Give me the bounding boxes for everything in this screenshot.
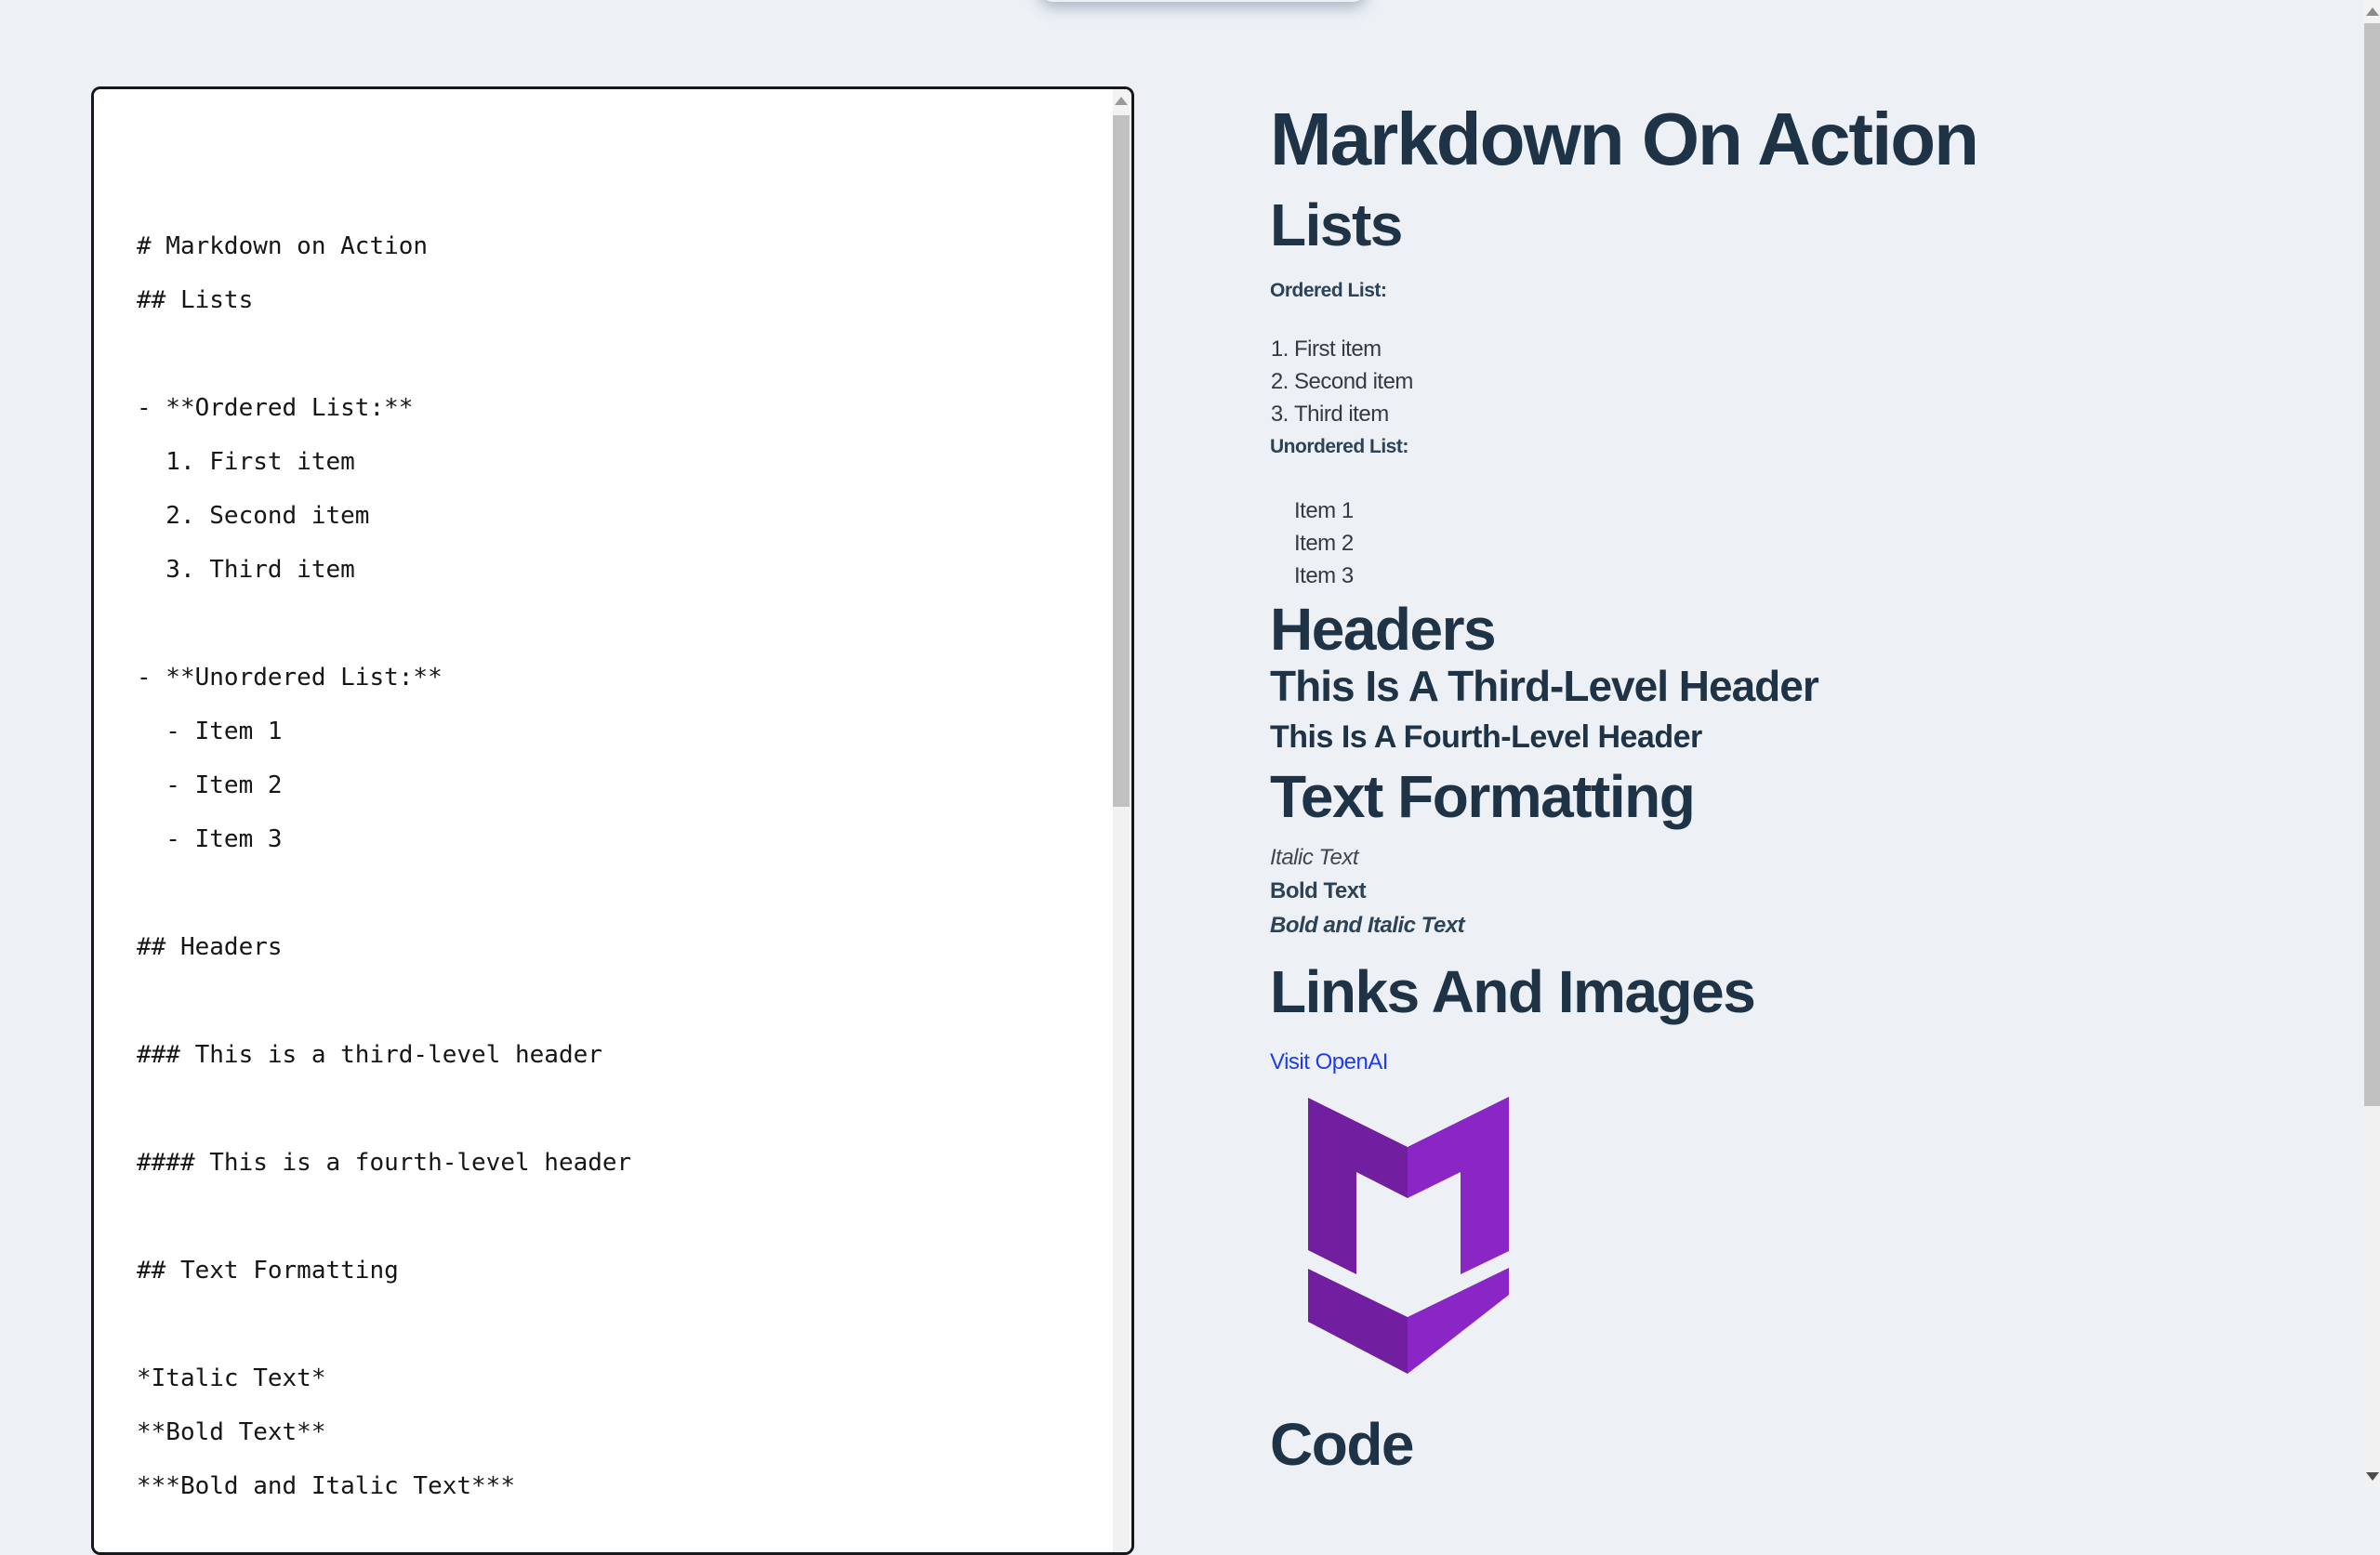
list-item: Item 2 <box>1294 527 2361 560</box>
editor-scrollbar-up-button[interactable] <box>1113 89 1130 112</box>
markdown-editor-container: # Markdown on Action ## Lists - **Ordere… <box>91 86 1134 1555</box>
unordered-list-label: Unordered List: <box>1270 430 2361 463</box>
markdown-preview-pane: Markdown On Action Lists Ordered List: F… <box>1246 0 2361 1477</box>
list-item: Second item <box>1294 365 2361 398</box>
page-scrollbar[interactable] <box>2364 0 2380 1487</box>
link-paragraph: Visit OpenAI <box>1270 1046 2361 1079</box>
ordered-list: First item Second item Third item <box>1270 333 2361 430</box>
italic-text-sample: Italic Text <box>1270 841 2361 875</box>
bold-text-sample: Bold Text <box>1270 875 2361 908</box>
markdown-logo <box>1308 1097 1509 1374</box>
preview-heading-lists: Lists <box>1270 192 2361 257</box>
preview-third-level-header: This Is A Third-Level Header <box>1270 662 2361 711</box>
logo-letter-m <box>1308 1097 1509 1274</box>
preview-heading-headers: Headers <box>1270 597 2361 662</box>
preview-heading-links-and-images: Links And Images <box>1270 959 2361 1024</box>
page-scrollbar-down-button[interactable] <box>2364 1465 2380 1487</box>
preview-title: Markdown On Action <box>1270 98 2361 181</box>
bold-italic-text-sample: Bold and Italic Text <box>1270 909 2361 942</box>
list-item: Item 3 <box>1294 560 2361 592</box>
page-scrollbar-up-button[interactable] <box>2364 0 2380 22</box>
editor-scrollbar-thumb[interactable] <box>1113 115 1130 807</box>
markdown-logo-image <box>1308 1097 1509 1374</box>
markdown-source-textarea[interactable]: # Markdown on Action ## Lists - **Ordere… <box>94 89 1112 1552</box>
preview-heading-code: Code <box>1270 1412 2361 1477</box>
list-item: Third item <box>1294 398 2361 430</box>
visit-openai-link[interactable]: Visit OpenAI <box>1270 1049 1388 1074</box>
list-item: First item <box>1294 333 2361 365</box>
page-scrollbar-thumb[interactable] <box>2364 23 2380 1106</box>
list-item: Item 1 <box>1294 494 2361 527</box>
logo-down-chevron <box>1308 1268 1509 1374</box>
unordered-list: Item 1 Item 2 Item 3 <box>1270 494 2361 592</box>
preview-heading-text-formatting: Text Formatting <box>1270 764 2361 829</box>
ordered-list-label: Ordered List: <box>1270 274 2361 307</box>
arrow-down-icon <box>2366 1472 2379 1481</box>
arrow-up-icon <box>1115 97 1128 105</box>
editor-scrollbar[interactable] <box>1113 89 1130 1552</box>
arrow-up-icon <box>2366 7 2379 16</box>
preview-fourth-level-header: This Is A Fourth-Level Header <box>1270 718 2361 757</box>
